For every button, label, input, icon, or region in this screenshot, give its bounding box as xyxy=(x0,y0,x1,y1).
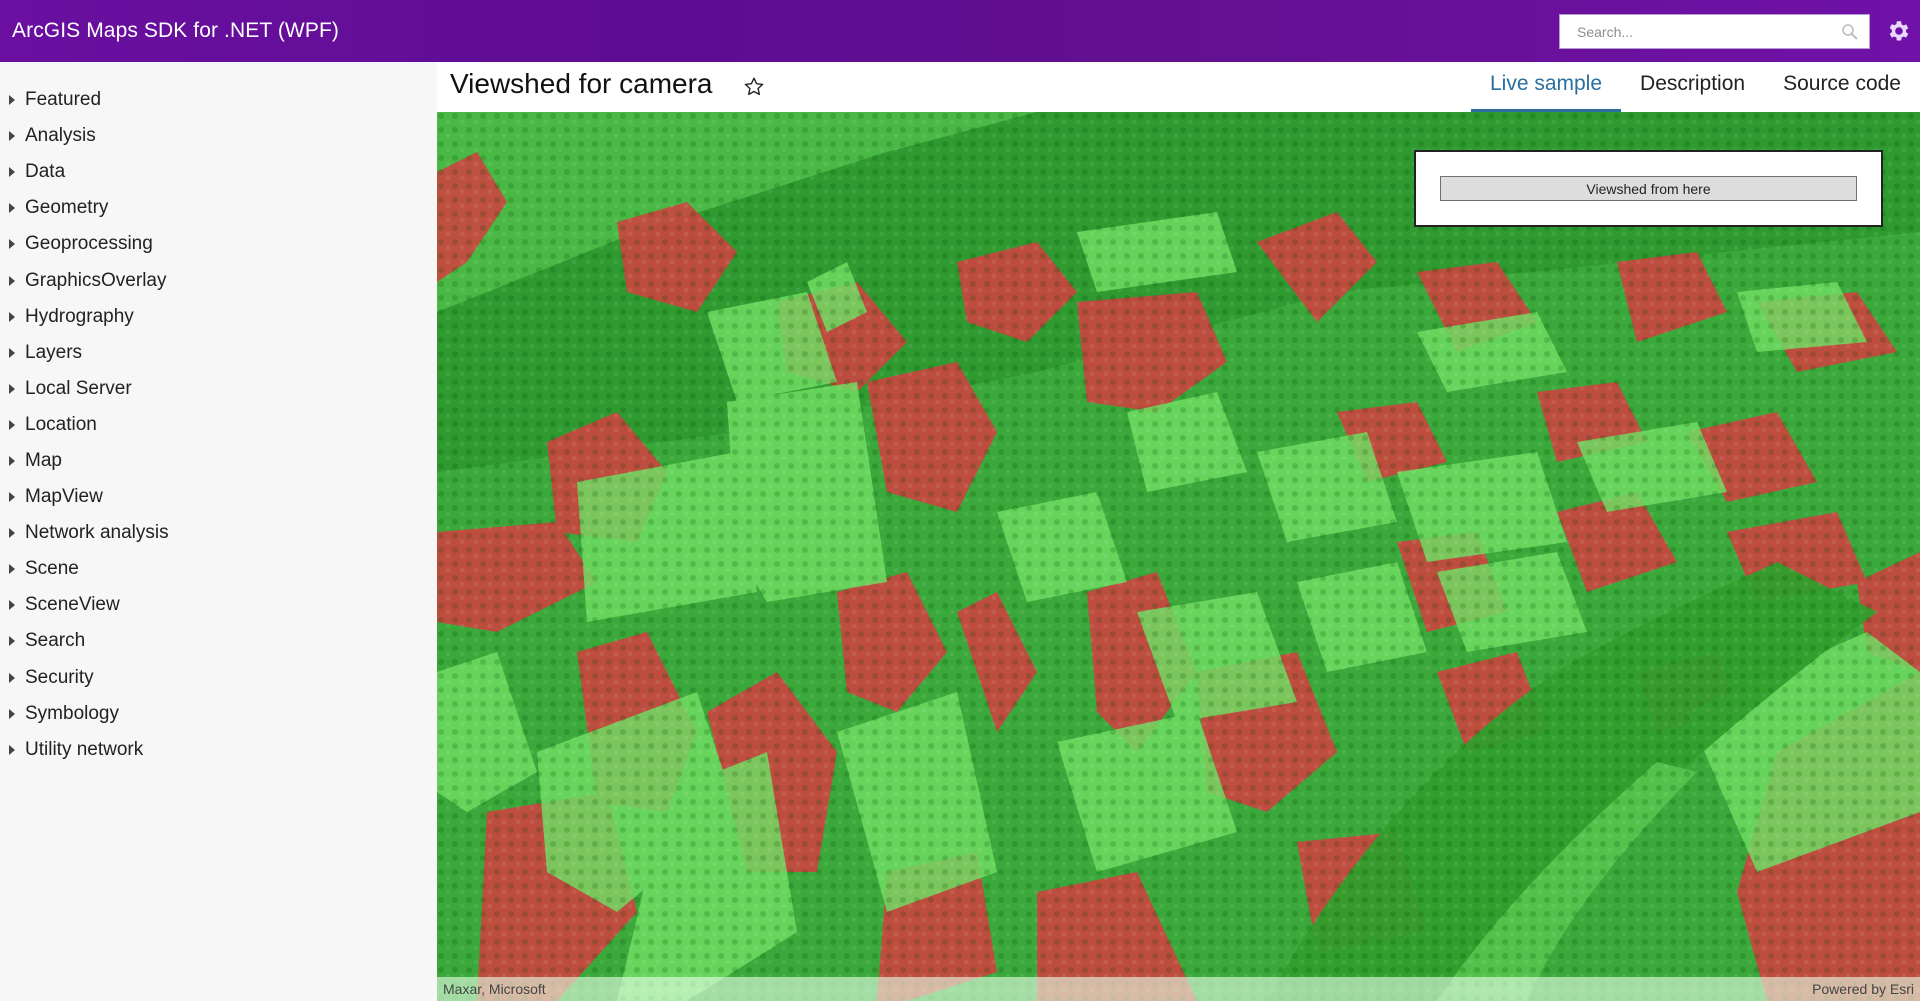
tab-source-code[interactable]: Source code xyxy=(1764,62,1920,112)
sidebar-item-label: Geoprocessing xyxy=(25,233,153,255)
expand-caret-icon[interactable] xyxy=(0,744,25,755)
viewshed-scene-imagery xyxy=(437,112,1920,1001)
sidebar-item-label: Map xyxy=(25,449,62,471)
sidebar-item-graphicsoverlay[interactable]: GraphicsOverlay xyxy=(0,262,437,298)
sidebar-item-label: MapView xyxy=(25,486,103,508)
page-title: Viewshed for camera xyxy=(450,68,713,99)
expand-caret-icon[interactable] xyxy=(0,636,25,647)
sidebar-item-label: Security xyxy=(25,666,94,688)
expand-caret-icon[interactable] xyxy=(0,492,25,503)
expand-caret-icon[interactable] xyxy=(0,419,25,430)
sidebar-item-label: Search xyxy=(25,630,86,652)
sidebar-item-utility-network[interactable]: Utility network xyxy=(0,732,437,768)
sidebar-item-label: Local Server xyxy=(25,377,132,399)
sidebar-item-label: Geometry xyxy=(25,197,109,219)
search-input[interactable] xyxy=(1560,15,1830,48)
scene-view[interactable]: Viewshed from here Maxar, Microsoft Powe… xyxy=(437,112,1920,1001)
viewshed-from-here-button[interactable]: Viewshed from here xyxy=(1440,176,1857,201)
expand-caret-icon[interactable] xyxy=(0,167,25,178)
sidebar-item-mapview[interactable]: MapView xyxy=(0,479,437,515)
sidebar-item-security[interactable]: Security xyxy=(0,660,437,696)
expand-caret-icon[interactable] xyxy=(0,600,25,611)
expand-caret-icon[interactable] xyxy=(0,275,25,286)
sidebar-item-symbology[interactable]: Symbology xyxy=(0,696,437,732)
sidebar-item-featured[interactable]: Featured xyxy=(0,82,437,118)
gear-icon[interactable] xyxy=(1885,18,1911,44)
sidebar-item-geometry[interactable]: Geometry xyxy=(0,190,437,226)
expand-caret-icon[interactable] xyxy=(0,311,25,322)
expand-caret-icon[interactable] xyxy=(0,383,25,394)
sidebar-item-hydrography[interactable]: Hydrography xyxy=(0,299,437,335)
expand-caret-icon[interactable] xyxy=(0,528,25,539)
tab-live-sample[interactable]: Live sample xyxy=(1470,62,1622,112)
expand-caret-icon[interactable] xyxy=(0,131,25,142)
sidebar: Featured Analysis Data Geometry Geoprocessin… xyxy=(0,62,437,1001)
sidebar-item-location[interactable]: Location xyxy=(0,407,437,443)
sidebar-item-search[interactable]: Search xyxy=(0,623,437,659)
sidebar-item-map[interactable]: Map xyxy=(0,443,437,479)
sidebar-category-list: Featured Analysis Data Geometry Geoprocessin… xyxy=(0,62,437,768)
expand-caret-icon[interactable] xyxy=(0,239,25,250)
expand-caret-icon[interactable] xyxy=(0,347,25,358)
sidebar-item-label: GraphicsOverlay xyxy=(25,269,167,291)
tab-description[interactable]: Description xyxy=(1621,62,1764,112)
title-bar: Viewshed for camera Live sample Descript… xyxy=(437,62,1920,112)
sidebar-item-label: Analysis xyxy=(25,125,96,147)
expand-caret-icon[interactable] xyxy=(0,203,25,214)
expand-caret-icon[interactable] xyxy=(0,708,25,719)
search-icon[interactable] xyxy=(1841,23,1859,41)
expand-caret-icon[interactable] xyxy=(0,672,25,683)
sidebar-item-label: Featured xyxy=(25,89,102,111)
powered-by-esri[interactable]: Powered by Esri xyxy=(1812,981,1914,997)
sidebar-item-sceneview[interactable]: SceneView xyxy=(0,587,437,623)
favorite-star-icon[interactable] xyxy=(742,75,766,99)
search-box[interactable] xyxy=(1559,14,1870,49)
sidebar-item-label: Location xyxy=(25,413,97,435)
expand-caret-icon[interactable] xyxy=(0,564,25,575)
sidebar-item-label: Utility network xyxy=(25,738,144,760)
expand-caret-icon[interactable] xyxy=(0,455,25,466)
sidebar-item-network-analysis[interactable]: Network analysis xyxy=(0,515,437,551)
sidebar-item-analysis[interactable]: Analysis xyxy=(0,118,437,154)
sidebar-item-data[interactable]: Data xyxy=(0,154,437,190)
sidebar-item-geoprocessing[interactable]: Geoprocessing xyxy=(0,226,437,262)
viewshed-control-panel: Viewshed from here xyxy=(1414,150,1883,227)
expand-caret-icon[interactable] xyxy=(0,95,25,106)
app-header: ArcGIS Maps SDK for .NET (WPF) xyxy=(0,0,1920,62)
main-content: Viewshed for camera Live sample Descript… xyxy=(437,62,1920,1001)
sidebar-item-scene[interactable]: Scene xyxy=(0,551,437,587)
sidebar-item-label: Data xyxy=(25,161,66,183)
sidebar-item-label: Scene xyxy=(25,558,79,580)
sidebar-item-local-server[interactable]: Local Server xyxy=(0,371,437,407)
sidebar-item-label: Network analysis xyxy=(25,522,169,544)
sidebar-item-layers[interactable]: Layers xyxy=(0,335,437,371)
sidebar-item-label: SceneView xyxy=(25,594,120,616)
attribution-bar: Maxar, Microsoft Powered by Esri xyxy=(437,977,1920,1001)
sidebar-item-label: Symbology xyxy=(25,702,119,724)
attribution-text: Maxar, Microsoft xyxy=(443,981,546,997)
sidebar-item-label: Hydrography xyxy=(25,305,134,327)
sidebar-item-label: Layers xyxy=(25,341,83,363)
tab-bar: Live sample Description Source code xyxy=(1470,62,1920,112)
app-title: ArcGIS Maps SDK for .NET (WPF) xyxy=(12,19,339,42)
